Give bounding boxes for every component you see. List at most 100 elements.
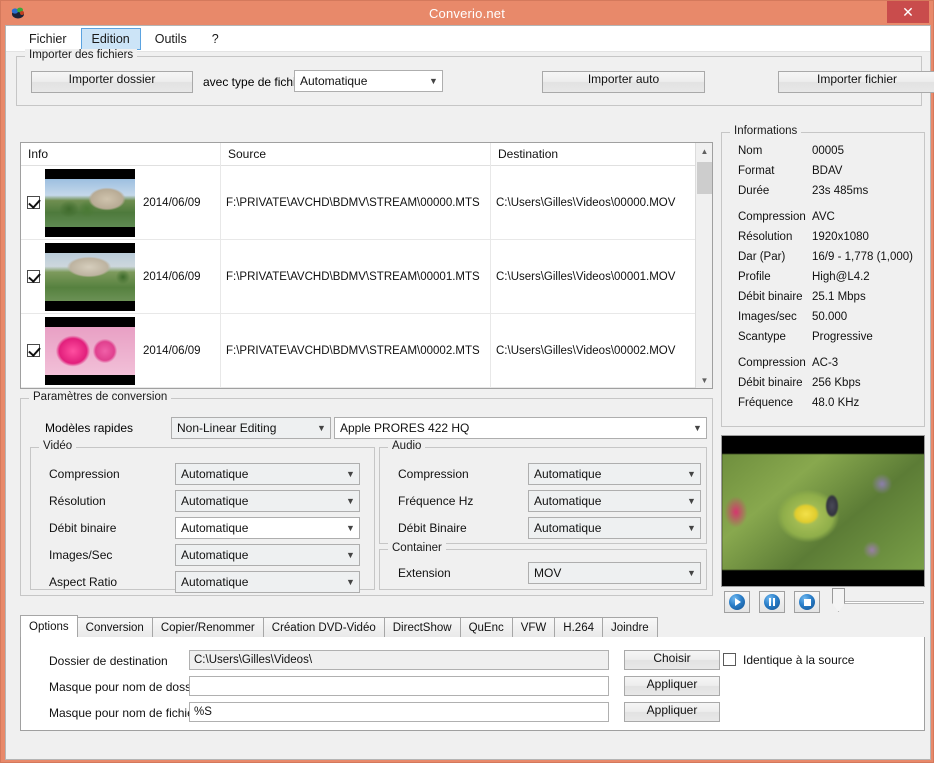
video-bitrate-label: Débit binaire — [49, 521, 117, 535]
container-extension-value: MOV — [534, 566, 562, 580]
menu-bar: Fichier Edition Outils ? — [6, 26, 930, 52]
info-key: Dar (Par) — [738, 251, 786, 263]
video-compression-label: Compression — [49, 467, 120, 481]
file-list-scrollbar[interactable]: ▲ ▼ — [695, 143, 712, 388]
video-resolution-select[interactable]: Automatique ▼ — [175, 490, 360, 512]
row-source-path: F:\PRIVATE\AVCHD\BDMV\STREAM\00001.MTS — [221, 240, 491, 313]
info-key: Compression — [738, 211, 806, 223]
menu-item-help[interactable]: ? — [201, 28, 230, 50]
file-list-header: Info Source Destination — [21, 143, 712, 166]
tab-directshow[interactable]: DirectShow — [383, 617, 461, 637]
info-value: High@L4.2 — [812, 271, 870, 283]
seek-slider-thumb[interactable] — [832, 588, 845, 612]
info-value: 00005 — [812, 145, 844, 157]
video-compression-select[interactable]: Automatique ▼ — [175, 463, 360, 485]
row-thumbnail — [45, 168, 135, 237]
tab-h264[interactable]: H.264 — [554, 617, 603, 637]
row-thumbnail — [45, 242, 135, 311]
play-button[interactable] — [724, 591, 750, 613]
row-checkbox[interactable] — [27, 270, 40, 283]
video-aspect-ratio-label: Aspect Ratio — [49, 575, 118, 589]
video-framerate-select[interactable]: Automatique ▼ — [175, 544, 360, 566]
file-type-select-value: Automatique — [300, 74, 368, 88]
tab-joindre[interactable]: Joindre — [601, 617, 658, 637]
column-header-info[interactable]: Info — [21, 143, 221, 166]
same-as-source-checkbox[interactable] — [723, 653, 736, 666]
apply-file-mask-button[interactable]: Appliquer — [624, 702, 720, 722]
container-extension-select[interactable]: MOV ▼ — [528, 562, 701, 584]
tab-options[interactable]: Options — [20, 615, 78, 637]
video-aspect-ratio-select[interactable]: Automatique ▼ — [175, 571, 360, 593]
row-source-path: F:\PRIVATE\AVCHD\BDMV\STREAM\00000.MTS — [221, 166, 491, 239]
chevron-down-icon: ▼ — [346, 523, 355, 533]
tab-quenc[interactable]: QuEnc — [459, 617, 513, 637]
tab-conversion[interactable]: Conversion — [76, 617, 153, 637]
table-row[interactable]: 2014/06/09 F:\PRIVATE\AVCHD\BDMV\STREAM\… — [21, 166, 712, 240]
template-preset-select[interactable]: Apple PRORES 422 HQ ▼ — [334, 417, 707, 439]
column-header-source[interactable]: Source — [221, 143, 491, 166]
chevron-down-icon: ▼ — [693, 423, 702, 433]
video-bitrate-select[interactable]: Automatique ▼ — [175, 517, 360, 539]
menu-item-outils[interactable]: Outils — [144, 28, 198, 50]
row-checkbox[interactable] — [27, 196, 40, 209]
row-source-path: F:\PRIVATE\AVCHD\BDMV\STREAM\00002.MTS — [221, 314, 491, 387]
file-list-body: 2014/06/09 F:\PRIVATE\AVCHD\BDMV\STREAM\… — [21, 166, 712, 388]
choose-folder-button[interactable]: Choisir — [624, 650, 720, 670]
informations-group: Informations Nom 00005 Format BDAV Durée… — [721, 125, 925, 427]
chevron-down-icon: ▼ — [687, 496, 696, 506]
video-settings-legend: Vidéo — [39, 440, 77, 452]
audio-bitrate-select[interactable]: Automatique ▼ — [528, 517, 701, 539]
preview-frame-image — [722, 454, 924, 570]
info-key: Résolution — [738, 231, 793, 243]
app-icon — [9, 4, 27, 22]
scroll-up-icon[interactable]: ▲ — [696, 143, 712, 160]
template-category-value: Non-Linear Editing — [177, 421, 277, 435]
table-row[interactable]: 2014/06/09 F:\PRIVATE\AVCHD\BDMV\STREAM\… — [21, 240, 712, 314]
file-name-mask-input[interactable]: %S — [189, 702, 609, 722]
conversion-parameters-group: Paramètres de conversion Modèles rapides… — [20, 391, 713, 596]
apply-folder-mask-button[interactable]: Appliquer — [624, 676, 720, 696]
file-type-select[interactable]: Automatique ▼ — [294, 70, 443, 92]
column-header-destination[interactable]: Destination — [491, 143, 694, 166]
folder-name-mask-input[interactable] — [189, 676, 609, 696]
audio-frequency-select[interactable]: Automatique ▼ — [528, 490, 701, 512]
info-row: Scantype Progressive — [722, 331, 924, 351]
close-button[interactable]: ✕ — [887, 1, 929, 23]
audio-compression-select[interactable]: Automatique ▼ — [528, 463, 701, 485]
chevron-down-icon: ▼ — [346, 550, 355, 560]
stop-button[interactable] — [794, 591, 820, 613]
info-value: 23s 485ms — [812, 185, 869, 197]
file-list[interactable]: Info Source Destination 2014/06/09 F:\PR… — [20, 142, 713, 389]
tab-creation-dvd-video[interactable]: Création DVD-Vidéo — [262, 617, 385, 637]
import-file-button[interactable]: Importer fichier — [778, 71, 934, 93]
info-row: Compression AC-3 — [722, 357, 924, 377]
video-framerate-label: Images/Sec — [49, 548, 113, 562]
info-row: Dar (Par) 16/9 - 1,778 (1,000) — [722, 251, 924, 271]
destination-folder-label: Dossier de destination — [49, 654, 168, 668]
import-folder-button[interactable]: Importer dossier — [31, 71, 193, 93]
tab-vfw[interactable]: VFW — [511, 617, 556, 637]
row-info-cell: 2014/06/09 — [21, 314, 221, 387]
info-value: 50.000 — [812, 311, 848, 323]
row-checkbox[interactable] — [27, 344, 40, 357]
destination-folder-input[interactable]: C:\Users\Gilles\Videos\ — [189, 650, 609, 670]
table-row[interactable]: 2014/06/09 F:\PRIVATE\AVCHD\BDMV\STREAM\… — [21, 314, 712, 388]
conversion-parameters-legend: Paramètres de conversion — [29, 391, 172, 403]
info-value: 48.0 KHz — [812, 397, 860, 409]
chevron-down-icon: ▼ — [346, 577, 355, 587]
menu-item-fichier[interactable]: Fichier — [18, 28, 78, 50]
template-category-select[interactable]: Non-Linear Editing ▼ — [171, 417, 331, 439]
scrollbar-thumb[interactable] — [697, 162, 712, 194]
scroll-down-icon[interactable]: ▼ — [696, 372, 712, 388]
info-key: Images/sec — [738, 311, 797, 323]
seek-slider-track[interactable] — [834, 601, 924, 604]
audio-compression-label: Compression — [398, 467, 469, 481]
pause-button[interactable] — [759, 591, 785, 613]
audio-settings-legend: Audio — [388, 440, 426, 452]
menu-item-edition[interactable]: Edition — [80, 27, 141, 50]
tab-copier-renommer[interactable]: Copier/Renommer — [151, 617, 264, 637]
video-preview[interactable] — [721, 435, 925, 587]
info-key: Profile — [738, 271, 771, 283]
info-key: Débit binaire — [738, 377, 803, 389]
import-auto-button[interactable]: Importer auto — [542, 71, 705, 93]
